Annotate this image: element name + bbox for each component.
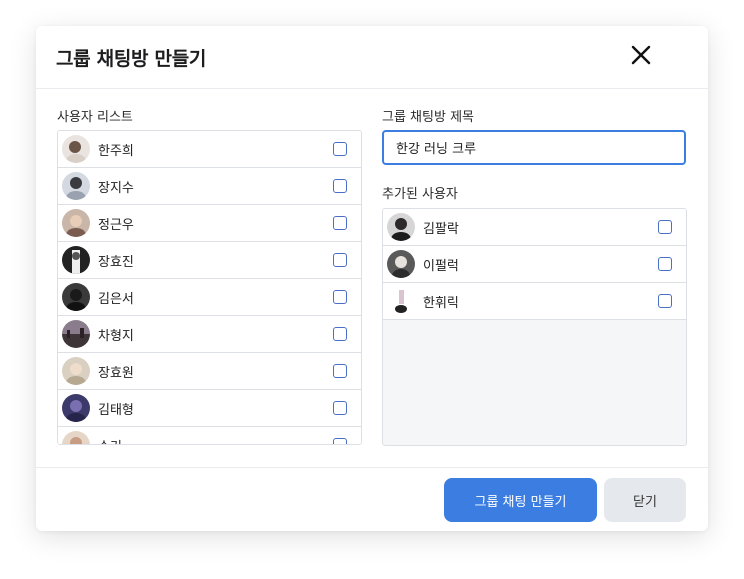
user-name: 장효원 xyxy=(98,366,134,381)
user-name: 슈기 xyxy=(98,436,122,444)
chat-title-input[interactable] xyxy=(382,130,686,165)
list-item[interactable]: 김팔락 xyxy=(383,209,686,246)
avatar xyxy=(62,209,90,237)
group-chat-modal: 그룹 채팅방 만들기 사용자 리스트 한주희 장지수 정근우 장효진 김은서 차… xyxy=(36,26,708,531)
avatar xyxy=(62,320,90,348)
avatar xyxy=(62,135,90,163)
user-checkbox[interactable] xyxy=(333,216,347,230)
user-checkbox[interactable] xyxy=(333,253,347,267)
user-list-label: 사용자 리스트 xyxy=(57,110,133,125)
list-item[interactable]: 한주희 xyxy=(58,131,361,168)
modal-header: 그룹 채팅방 만들기 xyxy=(36,26,708,89)
user-name: 김태형 xyxy=(98,403,134,418)
avatar xyxy=(62,357,90,385)
avatar xyxy=(387,250,415,278)
avatar xyxy=(62,283,90,311)
list-item[interactable]: 김태형 xyxy=(58,390,361,427)
create-group-chat-button[interactable]: 그룹 채팅 만들기 xyxy=(444,478,597,522)
user-checkbox[interactable] xyxy=(333,438,347,444)
user-name: 차형지 xyxy=(98,329,134,344)
list-item[interactable]: 장효진 xyxy=(58,242,361,279)
modal-footer: 그룹 채팅 만들기 닫기 xyxy=(36,467,708,532)
list-item[interactable]: 슈기 xyxy=(58,427,361,444)
added-users-label: 추가된 사용자 xyxy=(382,187,458,202)
avatar xyxy=(62,246,90,274)
user-name: 정근우 xyxy=(98,218,134,233)
avatar xyxy=(387,213,415,241)
user-checkbox[interactable] xyxy=(333,290,347,304)
added-users-list[interactable]: 김팔락 이펄럭 한휘릭 xyxy=(382,208,687,446)
user-name: 한주희 xyxy=(98,144,134,159)
user-name: 장효진 xyxy=(98,255,134,270)
list-item[interactable]: 한휘릭 xyxy=(383,283,686,320)
close-button[interactable] xyxy=(628,42,654,68)
avatar xyxy=(387,287,415,315)
user-checkbox[interactable] xyxy=(658,257,672,271)
list-item[interactable]: 장효원 xyxy=(58,353,361,390)
user-checkbox[interactable] xyxy=(333,364,347,378)
list-item[interactable]: 김은서 xyxy=(58,279,361,316)
list-item[interactable]: 이펄럭 xyxy=(383,246,686,283)
list-item[interactable]: 장지수 xyxy=(58,168,361,205)
avatar xyxy=(62,172,90,200)
user-name: 한휘릭 xyxy=(423,296,459,311)
chat-title-label: 그룹 채팅방 제목 xyxy=(382,110,474,125)
user-checkbox[interactable] xyxy=(333,401,347,415)
modal-title: 그룹 채팅방 만들기 xyxy=(56,48,207,70)
user-name: 김팔락 xyxy=(423,222,459,237)
user-name: 장지수 xyxy=(98,181,134,196)
user-list[interactable]: 한주희 장지수 정근우 장효진 김은서 차형지 장효원 김태형 xyxy=(57,130,362,445)
user-name: 김은서 xyxy=(98,292,134,307)
avatar xyxy=(62,394,90,422)
close-modal-button[interactable]: 닫기 xyxy=(604,478,686,522)
list-item[interactable]: 차형지 xyxy=(58,316,361,353)
user-checkbox[interactable] xyxy=(333,179,347,193)
user-name: 이펄럭 xyxy=(423,259,459,274)
close-icon xyxy=(631,45,651,65)
user-checkbox[interactable] xyxy=(333,142,347,156)
user-checkbox[interactable] xyxy=(658,220,672,234)
user-checkbox[interactable] xyxy=(333,327,347,341)
user-checkbox[interactable] xyxy=(658,294,672,308)
avatar xyxy=(62,431,90,444)
list-item[interactable]: 정근우 xyxy=(58,205,361,242)
